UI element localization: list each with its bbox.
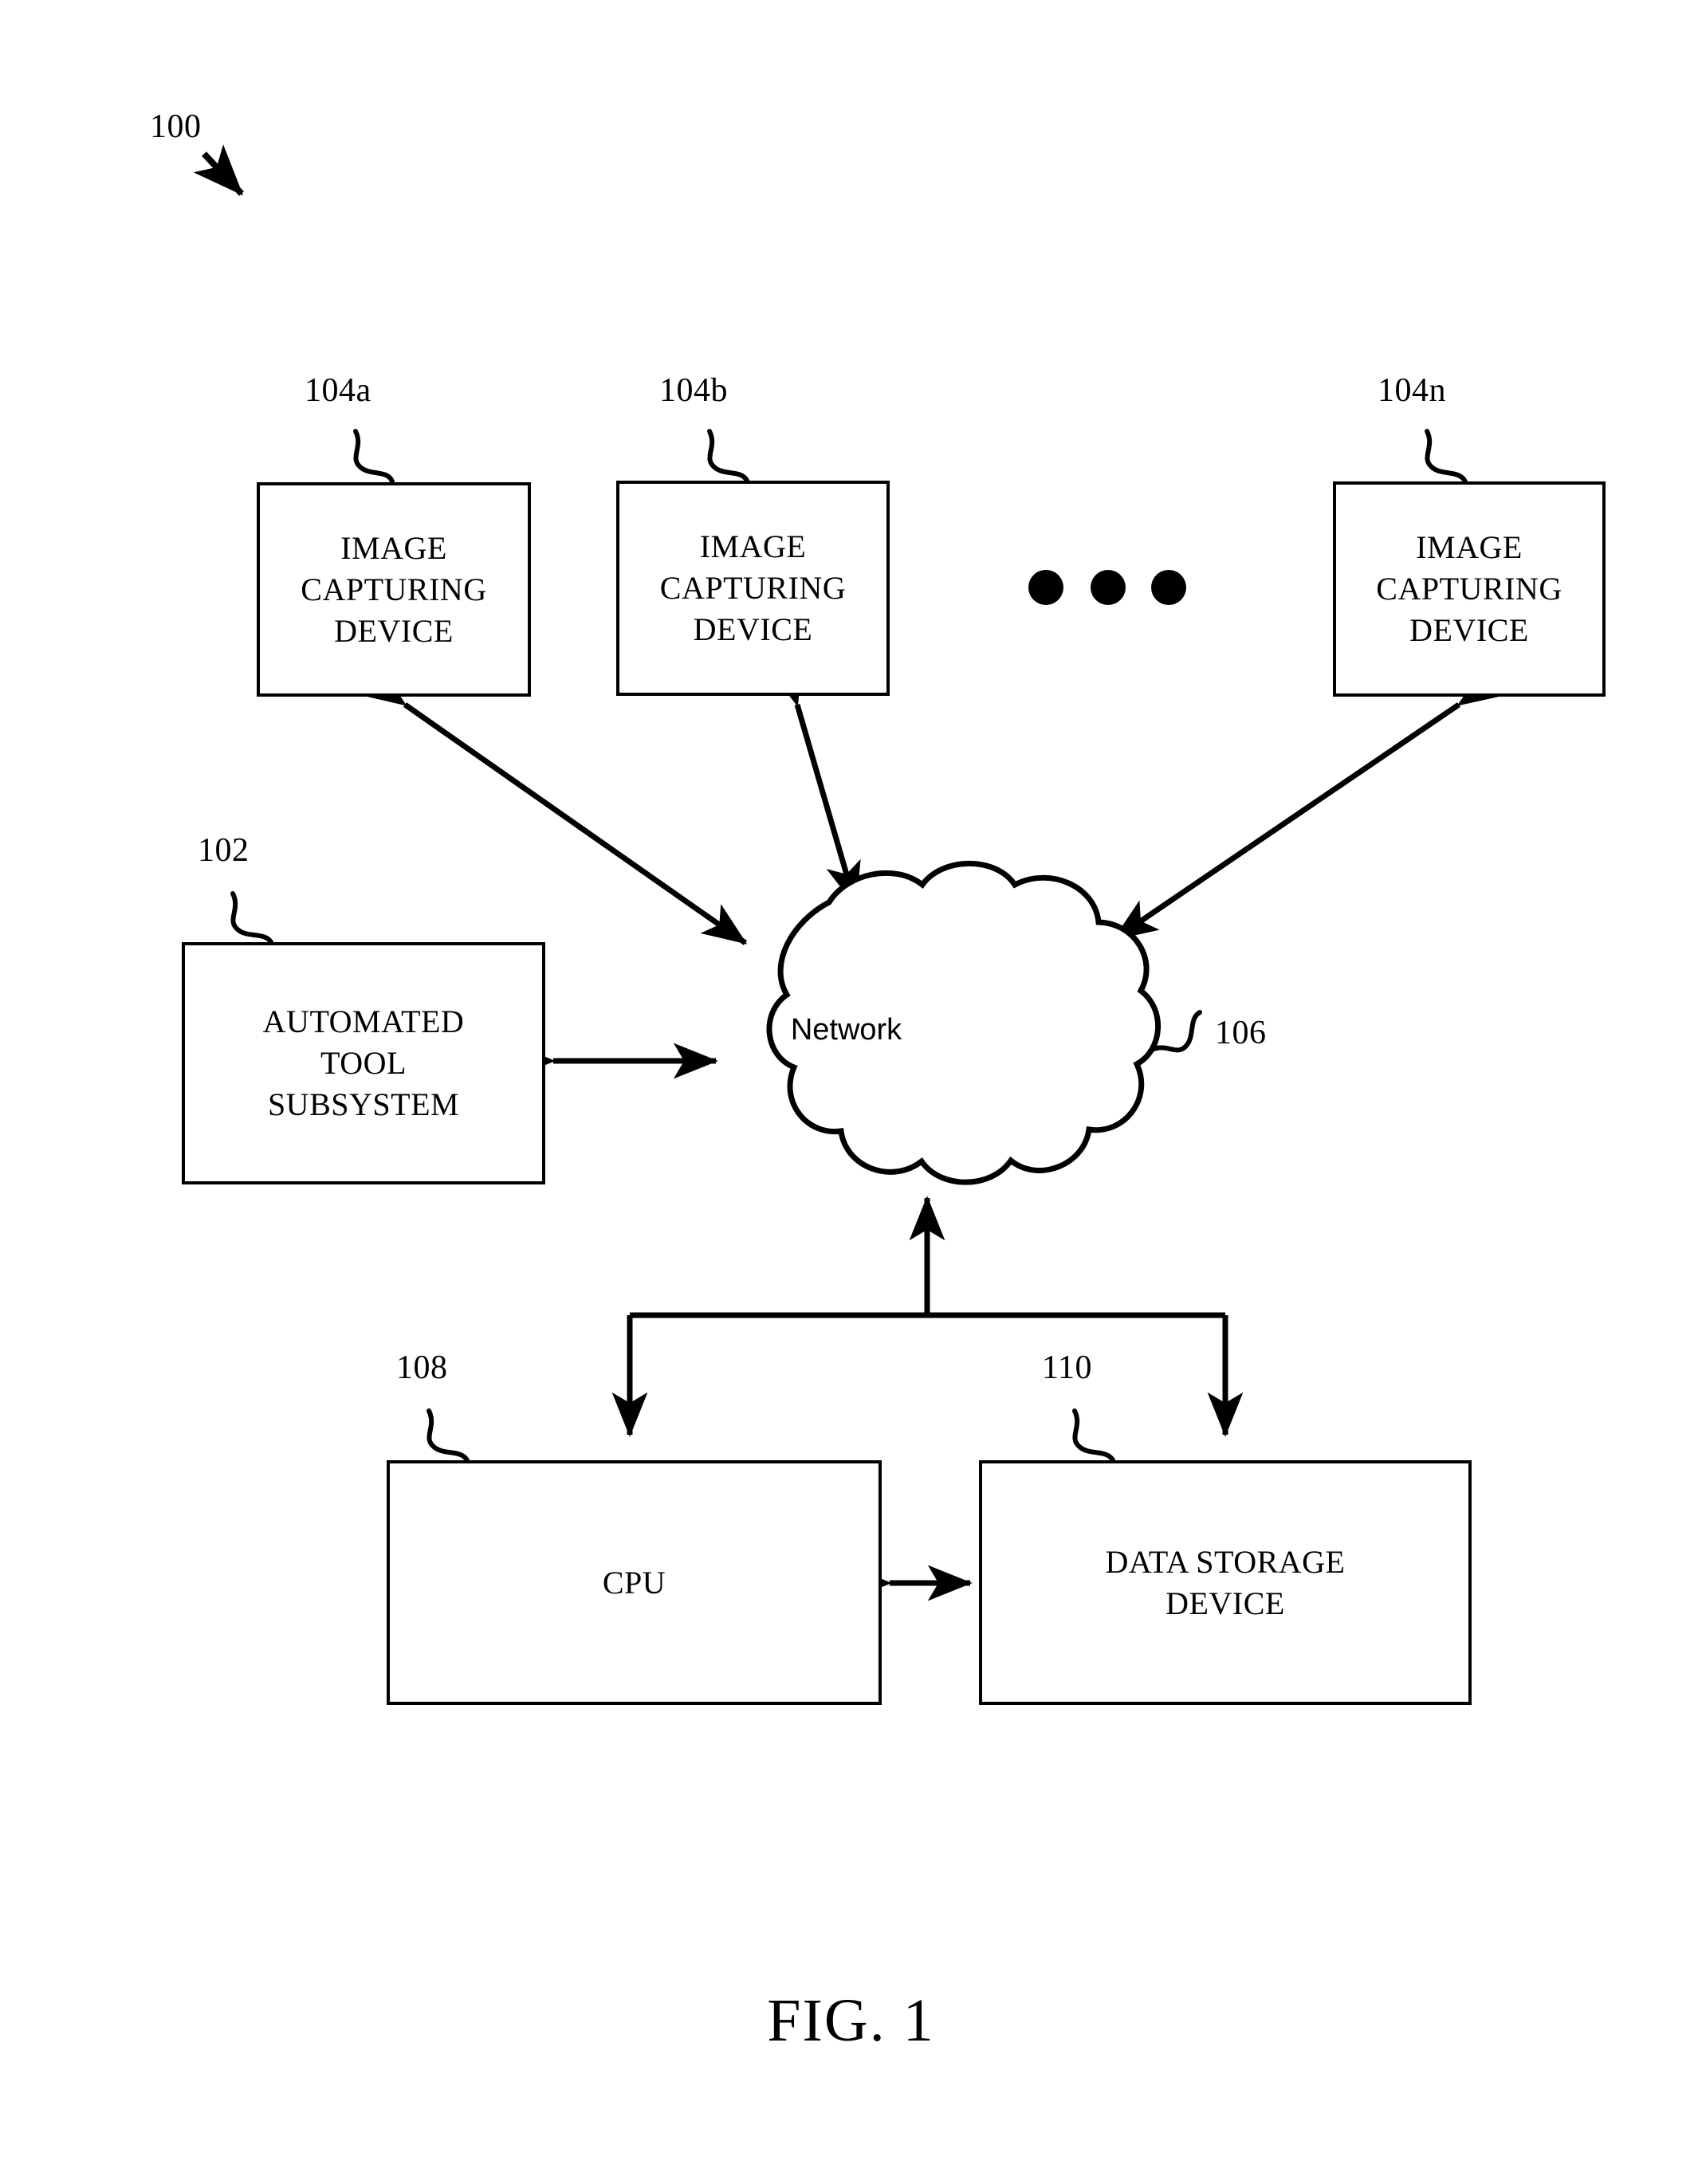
leader-110 (1072, 1408, 1115, 1463)
leader-104a (353, 429, 395, 484)
system-ref-pointer (193, 144, 244, 196)
ats-line-2: TOOL (320, 1045, 407, 1081)
link-device-a-network (360, 666, 748, 945)
ref-number-106: 106 (1215, 1015, 1267, 1051)
link-device-b-network (768, 658, 861, 907)
icd-b-line-2: CAPTURING (659, 570, 847, 606)
icd-n-line-1: IMAGE (1416, 529, 1523, 565)
figure-canvas: IMAGE CAPTURING DEVICE IMAGE CAPTURING D… (0, 0, 1702, 2184)
cpu-label: CPU (602, 1564, 666, 1601)
icd-n-line-2: CAPTURING (1376, 571, 1562, 607)
cpu-box: CPU (387, 1460, 882, 1705)
figure-caption: FIG. 1 (767, 1987, 935, 2054)
dsd-line-1: DATA STORAGE (1105, 1543, 1346, 1580)
leader-104n (1425, 429, 1468, 484)
ref-number-104n: 104n (1378, 372, 1446, 409)
automated-tool-subsystem: AUTOMATED TOOL SUBSYSTEM (182, 942, 545, 1184)
leader-104b (707, 429, 749, 483)
network-label: Network (0, 1013, 1702, 1047)
image-capturing-device-n: IMAGE CAPTURING DEVICE (1333, 481, 1606, 697)
network-label-text: Network (790, 1013, 902, 1047)
image-capturing-device-b: IMAGE CAPTURING DEVICE (616, 481, 890, 696)
icd-b-line-3: DEVICE (693, 611, 813, 647)
leader-102 (230, 891, 273, 945)
icd-a-line-3: DEVICE (334, 612, 454, 649)
icd-a-line-2: CAPTURING (301, 571, 487, 607)
ellipsis-icon (1028, 570, 1196, 610)
image-capturing-device-a: IMAGE CAPTURING DEVICE (257, 482, 531, 697)
ref-number-108: 108 (396, 1349, 448, 1386)
data-storage-device-box: DATA STORAGE DEVICE (979, 1460, 1472, 1705)
link-device-n-network (1112, 666, 1504, 941)
ref-number-102: 102 (198, 832, 250, 869)
dsd-line-2: DEVICE (1165, 1585, 1285, 1621)
ref-number-100: 100 (150, 108, 202, 145)
icd-b-line-1: IMAGE (699, 528, 807, 564)
ref-number-110: 110 (1042, 1349, 1092, 1386)
ref-number-104a: 104a (305, 372, 371, 409)
leader-108 (426, 1408, 470, 1463)
ref-number-104b: 104b (659, 372, 728, 409)
ats-line-3: SUBSYSTEM (267, 1086, 460, 1122)
icd-n-line-3: DEVICE (1409, 612, 1529, 648)
icd-a-line-1: IMAGE (340, 529, 447, 566)
